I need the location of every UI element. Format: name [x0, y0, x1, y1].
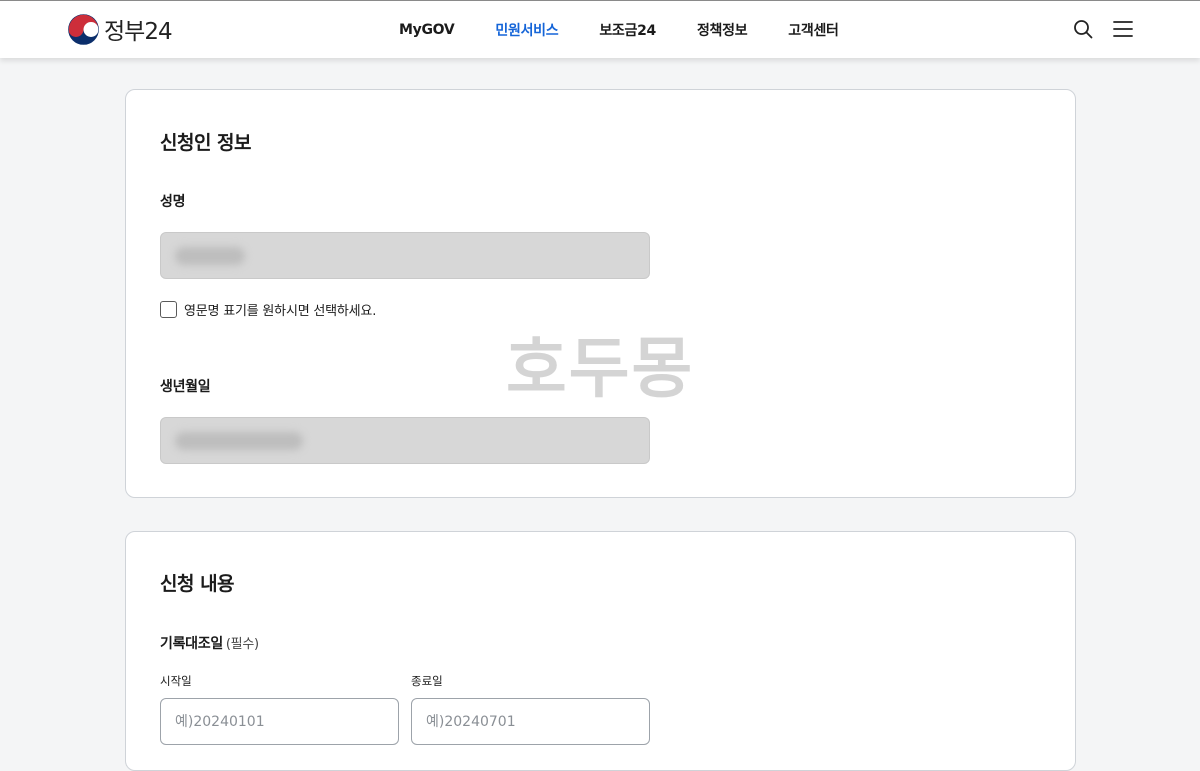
english-name-checkbox-row[interactable]: 영문명 표기를 원하시면 선택하세요.	[160, 300, 376, 319]
search-icon[interactable]	[1072, 18, 1094, 40]
start-date-input[interactable]	[160, 698, 399, 745]
top-header: 정부24 MyGOV 민원서비스 보조금24 정책정보 고객센터	[0, 0, 1200, 58]
site-logo[interactable]: 정부24	[68, 13, 173, 45]
main-nav: MyGOV 민원서비스 보조금24 정책정보 고객센터	[380, 1, 880, 59]
name-label: 성명	[160, 194, 186, 210]
english-name-checkbox[interactable]	[160, 301, 177, 318]
nav-item-civil-service[interactable]: 민원서비스	[495, 20, 558, 40]
blurred-name-value	[175, 247, 245, 265]
end-date-label: 종료일	[411, 674, 443, 688]
header-tools	[1054, 18, 1134, 40]
required-hint: (필수)	[225, 637, 259, 652]
nav-item-subsidy24[interactable]: 보조금24	[599, 20, 656, 40]
start-date-label: 시작일	[160, 674, 192, 688]
applicant-info-card: 신청인 정보 성명 영문명 표기를 원하시면 선택하세요. 생년월일 호두몽	[125, 89, 1076, 498]
hamburger-menu-icon[interactable]	[1112, 18, 1134, 40]
taegeuk-logo-icon	[68, 13, 99, 45]
nav-item-policy-info[interactable]: 정책정보	[697, 20, 748, 40]
nav-item-customer-center[interactable]: 고객센터	[788, 20, 839, 40]
request-content-card: 신청 내용 기록대조일 (필수) 시작일 종료일	[125, 531, 1076, 771]
birthdate-input-disabled	[160, 417, 650, 464]
record-period-label-text: 기록대조일	[160, 636, 223, 652]
request-section-title: 신청 내용	[160, 573, 235, 595]
birthdate-label: 생년월일	[160, 379, 211, 395]
applicant-section-title: 신청인 정보	[160, 132, 252, 154]
blurred-birthdate-value	[175, 432, 303, 450]
record-period-label: 기록대조일 (필수)	[160, 633, 259, 653]
english-name-checkbox-label: 영문명 표기를 원하시면 선택하세요.	[184, 304, 377, 319]
logo-text: 정부24	[104, 19, 173, 45]
watermark-text: 호두몽	[506, 330, 695, 407]
nav-item-mygov[interactable]: MyGOV	[399, 22, 455, 38]
name-input-disabled	[160, 232, 650, 279]
end-date-input[interactable]	[411, 698, 650, 745]
